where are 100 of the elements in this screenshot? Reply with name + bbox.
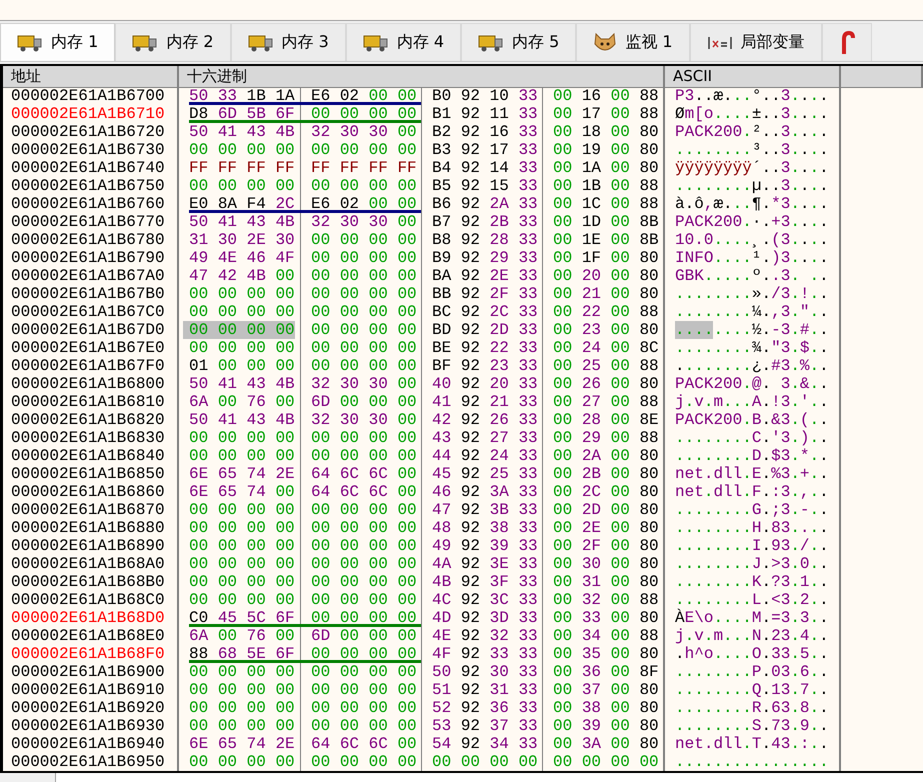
tab[interactable]: 内存 2 (115, 23, 231, 61)
hex-bytes: 00 00 00 00 (431, 753, 538, 771)
hex-bytes: 00 22 00 88 (552, 303, 659, 321)
hex-bytes: 50 41 43 4B (188, 123, 295, 141)
hex-bytes: 50 92 30 33 (431, 663, 538, 681)
hex-bytes: 32 30 30 00 (310, 123, 417, 141)
hex-bytes: 00 1A 00 80 (552, 159, 659, 177)
ascii-text: PACK200.@. 3.&.. (675, 375, 829, 393)
tab[interactable]: 内存 5 (461, 23, 576, 61)
hex-bytes: BA 92 2E 33 (431, 267, 538, 285)
hex-bytes: 54 92 34 33 (431, 735, 538, 753)
hex-bytes: FF FF FF FF (188, 159, 295, 177)
hex-bytes: 00 00 00 00 (188, 573, 295, 591)
hex-bytes: B0 92 10 33 (431, 87, 538, 105)
hex-bytes: 6E 65 74 00 (188, 483, 295, 501)
address-cell: 000002E61A1B6780 (3, 231, 179, 249)
ascii-text: ........D.$3.*.. (675, 447, 829, 465)
hex-bytes: 6D 00 00 00 (310, 393, 417, 411)
hex-bytes: 00 00 00 00 (310, 663, 417, 681)
address-cell: 000002E61A1B68F0 (3, 645, 179, 663)
hex-bytes: 00 1E 00 8B (552, 231, 659, 249)
hex-bytes: 00 00 00 00 (310, 573, 417, 591)
address-cell: 000002E61A1B67C0 (3, 303, 179, 321)
hex-bytes: 00 00 00 00 (310, 429, 417, 447)
hex-bytes: 52 92 36 33 (431, 699, 538, 717)
address-cell: 000002E61A1B6700 (3, 87, 179, 105)
hex-bytes: 00 00 00 00 (310, 267, 417, 285)
hex-bytes: 4B 92 3F 33 (431, 573, 538, 591)
hex-bytes: 6D 00 00 00 (310, 627, 417, 645)
hex-bytes: 00 00 00 00 (310, 753, 417, 771)
column-header[interactable]: 十六进制 (179, 66, 665, 88)
hex-bytes: 00 36 00 8F (552, 663, 659, 681)
ascii-text: ........µ..3.... (675, 177, 829, 195)
hex-bytes: B2 92 16 33 (431, 123, 538, 141)
tab[interactable] (822, 23, 872, 61)
hex-bytes: B8 92 28 33 (431, 231, 538, 249)
column-header[interactable]: ASCII (665, 66, 841, 88)
hex-bytes: 00 00 00 00 (188, 555, 295, 573)
ascii-text: ........K.?3.1.. (675, 573, 829, 591)
ascii-text: ........L.<3.2.. (675, 591, 829, 609)
hex-bytes: 00 00 00 00 (188, 303, 295, 321)
variable-icon (706, 34, 733, 50)
hex-bytes: 50 33 1B 1A (188, 87, 295, 105)
hex-bytes: 43 92 27 33 (431, 429, 538, 447)
ascii-text: ........½.-3.#.. (675, 321, 829, 339)
hex-bytes: 00 3A 00 80 (552, 735, 659, 753)
hex-bytes: 00 00 00 00 (310, 699, 417, 717)
hex-bytes: 64 6C 6C 00 (310, 483, 417, 501)
hex-bytes: B4 92 14 33 (431, 159, 538, 177)
hex-bytes: E6 02 00 00 (310, 195, 417, 213)
hex-bytes: 00 00 00 00 (310, 645, 417, 663)
hex-bytes: 00 21 00 80 (552, 285, 659, 303)
hex-bytes: B5 92 15 33 (431, 177, 538, 195)
hex-bytes: 00 00 00 00 (183, 321, 295, 339)
ascii-text: ........I.93./.. (675, 537, 829, 555)
hex-bytes: 00 00 00 00 (310, 555, 417, 573)
hex-bytes: 00 35 00 80 (552, 645, 659, 663)
address-cell: 000002E61A1B67A0 (3, 267, 179, 285)
tab[interactable]: 内存 3 (230, 23, 346, 61)
address-cell: 000002E61A1B6920 (3, 699, 179, 717)
ascii-text: à.ô,æ...¶.*3.... (675, 195, 829, 213)
tab[interactable]: 局部变量 (690, 23, 822, 61)
hex-bytes: 00 00 00 00 (188, 717, 295, 735)
hex-bytes: 50 41 43 4B (188, 213, 295, 231)
tab[interactable]: 内存 1 (0, 23, 116, 61)
hex-bytes: 00 1B 00 88 (552, 177, 659, 195)
address-cell: 000002E61A1B67E0 (3, 339, 179, 357)
hex-bytes: 00 39 00 80 (552, 717, 659, 735)
address-cell: 000002E61A1B68B0 (3, 573, 179, 591)
hex-bytes: 00 00 00 00 (188, 285, 295, 303)
hex-bytes: 00 00 00 00 (188, 681, 295, 699)
hex-bytes: 6E 65 74 2E (188, 465, 295, 483)
ascii-text: net.dll.E.%3.+.. (675, 465, 829, 483)
hex-bytes: 00 00 00 00 (310, 681, 417, 699)
hex-bytes: E6 02 00 00 (310, 87, 417, 105)
hex-bytes: 4F 92 33 33 (431, 645, 538, 663)
ascii-text: ........H.83.... (675, 519, 829, 537)
hex-bytes: 64 6C 6C 00 (310, 735, 417, 753)
hex-bytes: 00 24 00 8C (552, 339, 659, 357)
ascii-text: ........S.73.9.. (675, 717, 829, 735)
hex-bytes: 00 00 00 00 (310, 591, 417, 609)
address-cell: 000002E61A1B67F0 (3, 357, 179, 375)
column-header[interactable]: 地址 (3, 66, 179, 88)
address-cell: 000002E61A1B6880 (3, 519, 179, 537)
hex-bytes: 46 92 3A 33 (431, 483, 538, 501)
hex-bytes: 50 41 43 4B (188, 375, 295, 393)
ascii-text: Øm[o....±..3.... (675, 105, 829, 123)
hex-bytes: 00 1D 00 8B (552, 213, 659, 231)
hex-bytes: 00 20 00 80 (552, 267, 659, 285)
tab[interactable]: 内存 4 (346, 23, 462, 61)
hex-bytes: 00 2C 00 80 (552, 483, 659, 501)
hex-bytes: 00 00 00 00 (310, 357, 417, 375)
hex-bytes: 00 00 00 00 (552, 753, 659, 771)
address-cell: 000002E61A1B6900 (3, 663, 179, 681)
command-field[interactable] (55, 773, 923, 782)
hex-bytes: 00 17 00 88 (552, 105, 659, 123)
ascii-text: P3..æ...°..3.... (675, 87, 829, 105)
hex-bytes: 00 00 00 00 (188, 699, 295, 717)
tab[interactable]: 监视 1 (576, 23, 690, 61)
hex-bytes: 00 2A 00 80 (552, 447, 659, 465)
